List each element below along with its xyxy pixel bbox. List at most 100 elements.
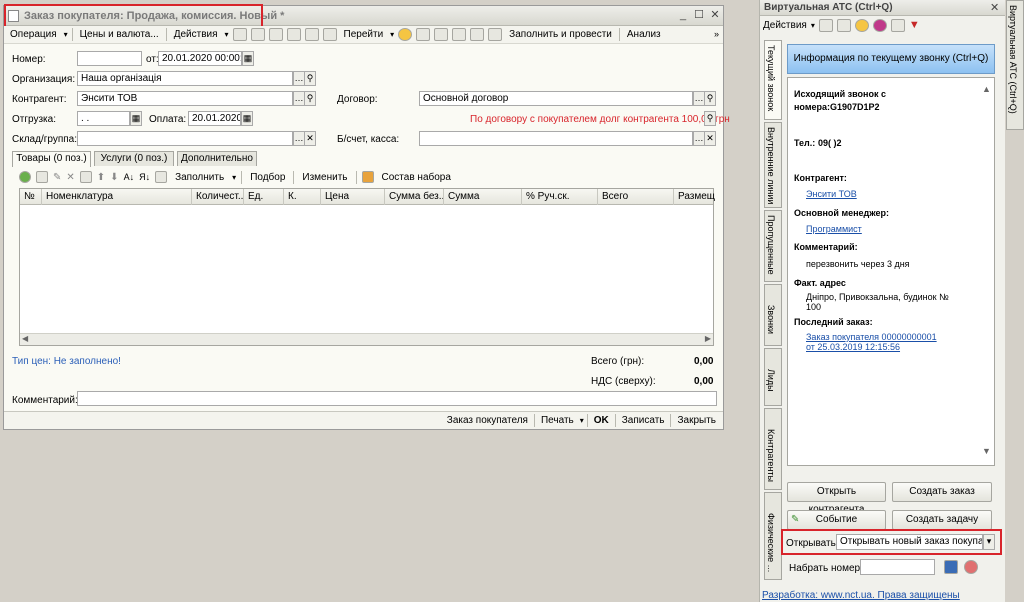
warehouse-clear-icon[interactable]: ✕: [304, 131, 316, 146]
fill-menu[interactable]: Заполнить: [172, 172, 227, 183]
move-up-icon[interactable]: ⬆: [97, 172, 105, 183]
hangup-icon[interactable]: [964, 560, 978, 574]
add-icon[interactable]: [232, 28, 247, 41]
ats-close-icon[interactable]: ✕: [990, 1, 999, 14]
shipment-field[interactable]: . .: [77, 111, 130, 126]
based-on-icon[interactable]: [322, 28, 337, 41]
help-icon[interactable]: [398, 28, 413, 41]
org-open-icon[interactable]: ⚲: [304, 71, 316, 86]
shipment-calendar-icon[interactable]: ▦: [130, 111, 142, 126]
col-coef[interactable]: К.: [284, 189, 321, 205]
file-icon[interactable]: [488, 28, 503, 41]
col-unit[interactable]: Ед.: [244, 189, 284, 205]
goods-table-scrollbar[interactable]: ◀ ▶: [20, 333, 713, 345]
prices-currency-button[interactable]: Цены и валюта...: [77, 29, 162, 40]
vtab-missed[interactable]: Пропущенные: [764, 210, 782, 282]
vtab-leads[interactable]: Лиды: [764, 348, 782, 406]
unpost-icon[interactable]: [304, 28, 319, 41]
col-number[interactable]: №: [20, 189, 42, 205]
add-row-icon[interactable]: [19, 171, 31, 183]
order-print-form-button[interactable]: Заказ покупателя: [444, 415, 531, 426]
delete-row-icon[interactable]: ✕: [66, 172, 74, 183]
change-button[interactable]: Изменить: [299, 172, 350, 183]
operation-menu[interactable]: Операция: [7, 29, 60, 40]
minimize-icon[interactable]: _: [676, 8, 690, 22]
date-field[interactable]: 20.01.2020 00:00:00: [158, 51, 242, 66]
col-nomenclature[interactable]: Номенклатура: [42, 189, 192, 205]
post-icon[interactable]: [286, 28, 301, 41]
toolbar-overflow-icon[interactable]: »: [714, 29, 719, 39]
history-icon[interactable]: [452, 28, 467, 41]
scroll-up-icon[interactable]: ▲: [982, 84, 991, 94]
set-composition-icon[interactable]: [361, 171, 374, 183]
org-field[interactable]: Наша організація: [77, 71, 293, 86]
col-total[interactable]: Всего: [598, 189, 674, 205]
current-call-info-button[interactable]: Информация по текущему звонку (Ctrl+Q): [787, 44, 995, 74]
account-clear-icon[interactable]: ✕: [704, 131, 716, 146]
vtab-internal-lines[interactable]: Внутренние линии: [764, 122, 782, 208]
ats-help-icon[interactable]: [854, 18, 869, 32]
end-edit-icon[interactable]: [79, 171, 92, 183]
close-icon[interactable]: ✕: [708, 8, 722, 22]
contract-field[interactable]: Основной договор: [419, 91, 693, 106]
dial-icon[interactable]: [944, 560, 958, 574]
col-sum-without[interactable]: Сумма без...: [385, 189, 444, 205]
vtab-contractors[interactable]: Контрагенты: [764, 408, 782, 490]
col-manual-discount[interactable]: % Руч.ск.: [522, 189, 598, 205]
contractor-field[interactable]: Энсити ТОВ: [77, 91, 293, 106]
move-down-icon[interactable]: ⬇: [110, 172, 118, 183]
event-button[interactable]: ✎ Событие: [787, 510, 886, 530]
create-order-button[interactable]: Создать заказ: [892, 482, 992, 502]
side-tab-ats[interactable]: Виртуальная АТС (Ctrl+Q): [1006, 0, 1024, 130]
account-field[interactable]: [419, 131, 693, 146]
vtab-individuals[interactable]: Физические ...: [764, 492, 782, 580]
number-field[interactable]: [77, 51, 142, 66]
sort-desc-icon[interactable]: Я↓: [139, 172, 150, 182]
tab-goods[interactable]: Товары (0 поз.): [12, 151, 91, 167]
copy-row-icon[interactable]: [36, 171, 48, 183]
ok-button[interactable]: OK: [591, 415, 612, 426]
comment-field[interactable]: [77, 391, 717, 406]
tab-additional[interactable]: Дополнительно: [177, 151, 257, 166]
set-composition-button[interactable]: Состав набора: [379, 172, 454, 183]
price-type-link[interactable]: Тип цен: Не заполнено!: [12, 356, 121, 367]
ats-settings-icon[interactable]: [836, 18, 851, 32]
selection-button[interactable]: Подбор: [247, 172, 288, 183]
barcode-icon[interactable]: [155, 171, 168, 183]
fill-and-post-button[interactable]: Заполнить и провести: [506, 29, 615, 40]
close-button[interactable]: Закрыть: [674, 415, 719, 426]
contractor-open-icon[interactable]: ⚲: [304, 91, 316, 106]
edit-row-icon[interactable]: ✎: [53, 172, 61, 183]
developer-link[interactable]: Разработка: www.nct.ua. Права защищены: [762, 590, 960, 601]
scroll-right-icon[interactable]: ▶: [705, 334, 711, 343]
ats-actions-menu[interactable]: Действия: [763, 20, 807, 31]
manager-link[interactable]: Программист: [806, 224, 862, 234]
last-order-date-link[interactable]: от 25.03.2019 12:15:56: [806, 342, 900, 352]
print-menu[interactable]: Печать: [538, 415, 577, 426]
scroll-down-icon[interactable]: ▼: [982, 446, 991, 456]
dial-number-input[interactable]: [860, 559, 935, 575]
vtab-calls[interactable]: Звонки: [764, 284, 782, 346]
last-order-link[interactable]: Заказ покупателя 00000000001: [806, 332, 937, 342]
ats-pin-icon[interactable]: ▼: [909, 19, 920, 31]
copy-icon[interactable]: [250, 28, 265, 41]
warehouse-field[interactable]: [77, 131, 293, 146]
ats-logo-icon[interactable]: [872, 18, 887, 32]
analysis-button[interactable]: Анализ: [624, 29, 664, 40]
edit-icon[interactable]: [268, 28, 283, 41]
save-button[interactable]: Записать: [619, 415, 668, 426]
col-quantity[interactable]: Количест...: [192, 189, 244, 205]
ats-list-icon[interactable]: [890, 18, 905, 32]
open-contractor-button[interactable]: Открыть контрагента: [787, 482, 886, 515]
col-sum[interactable]: Сумма: [444, 189, 522, 205]
debt-open-icon[interactable]: ⚲: [704, 111, 716, 126]
contract-open-icon[interactable]: ⚲: [704, 91, 716, 106]
structure-icon[interactable]: [416, 28, 431, 41]
maximize-icon[interactable]: ☐: [692, 8, 706, 22]
goods-table[interactable]: № Номенклатура Количест... Ед. К. Цена С…: [19, 188, 715, 346]
tab-services[interactable]: Услуги (0 поз.): [94, 151, 174, 166]
ats-contractor-link[interactable]: Энсити ТОВ: [806, 189, 857, 199]
payment-field[interactable]: 20.01.2020: [188, 111, 241, 126]
col-price[interactable]: Цена: [321, 189, 385, 205]
scroll-left-icon[interactable]: ◀: [22, 334, 28, 343]
